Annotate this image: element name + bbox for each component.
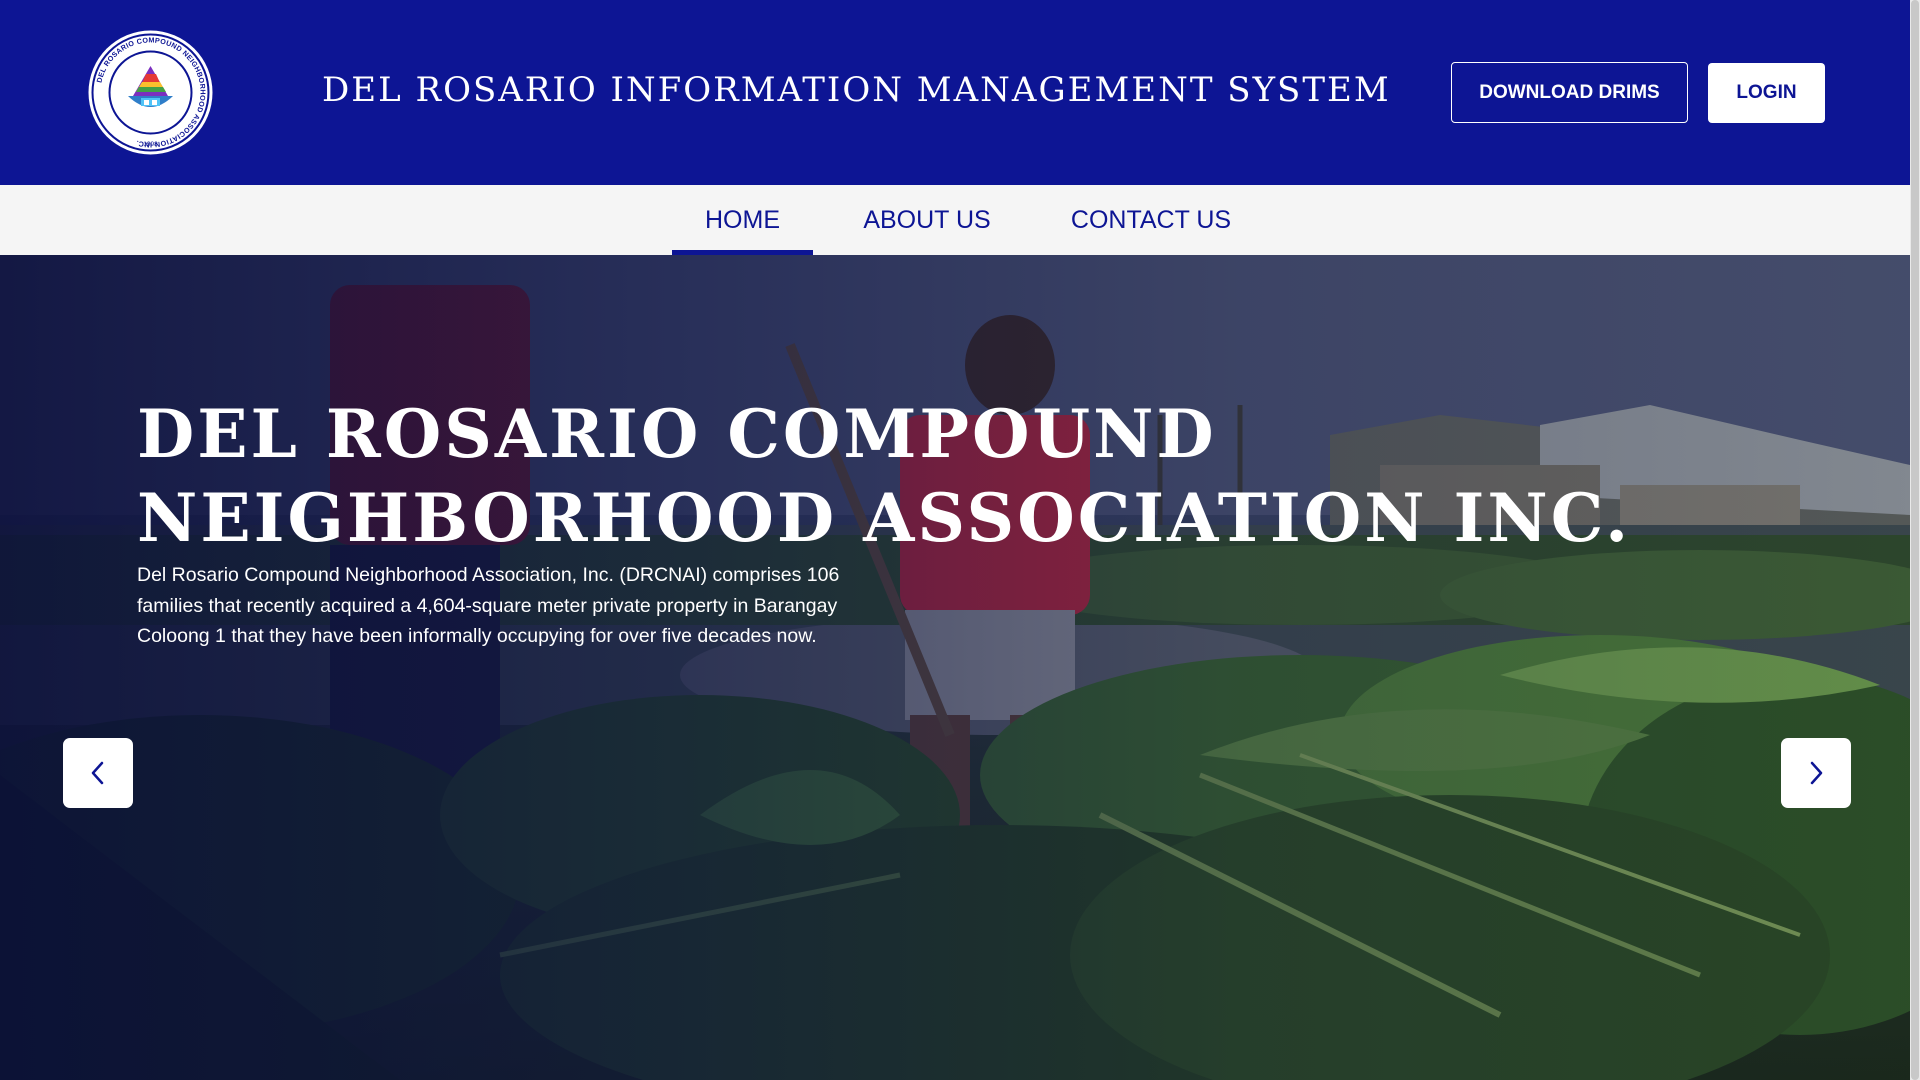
nav-contact-us[interactable]: CONTACT US — [1060, 185, 1242, 255]
hero-heading-line-2: NEIGHBORHOOD ASSOCIATION INC. — [137, 479, 1632, 557]
hero-heading-line-1: DEL ROSARIO COMPOUND — [137, 395, 1217, 473]
nav-home[interactable]: HOME — [672, 185, 813, 255]
logo-year: 1998 — [143, 141, 158, 148]
hero-carousel: DEL ROSARIO COMPOUND NEIGHBORHOOD ASSOCI… — [0, 255, 1910, 1080]
page-scrollbar[interactable] — [1910, 0, 1920, 1080]
hero-heading: DEL ROSARIO COMPOUND NEIGHBORHOOD ASSOCI… — [137, 392, 1637, 560]
login-button[interactable]: LOGIN — [1708, 63, 1825, 123]
carousel-prev-button[interactable] — [63, 738, 133, 808]
main-navigation: HOME ABOUT US CONTACT US — [0, 185, 1910, 255]
download-drims-button[interactable]: DOWNLOAD DRIMS — [1451, 62, 1688, 123]
hero-description: Del Rosario Compound Neighborhood Associ… — [137, 564, 840, 647]
association-logo[interactable]: DEL ROSARIO COMPOUND NEIGHBORHOOD ASSOCI… — [88, 30, 213, 155]
site-title: DEL ROSARIO INFORMATION MANAGEMENT SYSTE… — [322, 70, 1391, 110]
seal-icon: DEL ROSARIO COMPOUND NEIGHBORHOOD ASSOCI… — [88, 30, 213, 155]
carousel-next-button[interactable] — [1781, 738, 1851, 808]
nav-about-us[interactable]: ABOUT US — [853, 185, 1001, 255]
site-header: DEL ROSARIO COMPOUND NEIGHBORHOOD ASSOCI… — [0, 0, 1910, 185]
chevron-right-icon — [1810, 761, 1823, 785]
hero-overlay — [0, 255, 1910, 1080]
chevron-left-icon — [91, 761, 104, 785]
scrollbar-thumb[interactable] — [1911, 0, 1919, 1080]
